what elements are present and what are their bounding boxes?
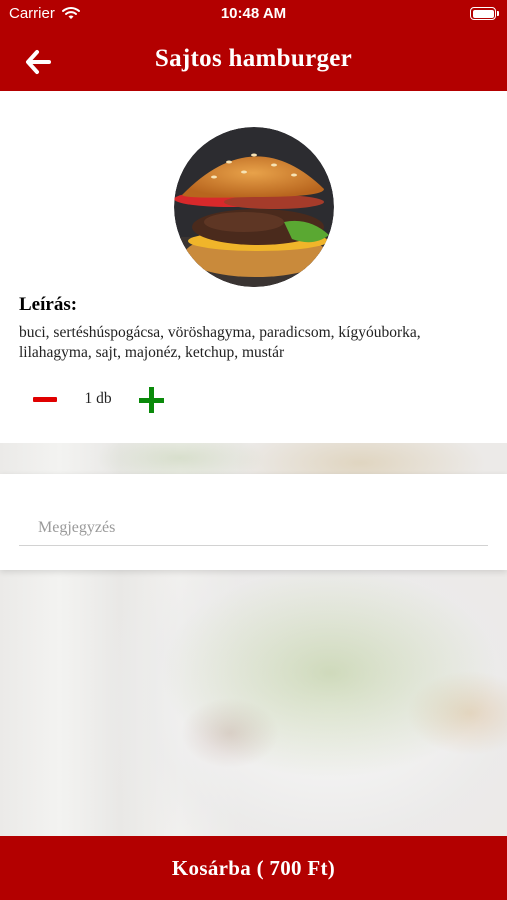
status-bar: Carrier 10:48 AM (0, 0, 507, 28)
add-to-cart-button[interactable]: Kosárba ( 700 Ft) (0, 836, 507, 900)
battery-icon (470, 7, 499, 20)
quantity-value: 1 db (84, 390, 112, 407)
decrease-quantity-button[interactable] (32, 387, 58, 413)
note-input[interactable] (19, 510, 488, 546)
increase-quantity-button[interactable] (139, 387, 165, 413)
clock: 10:48 AM (220, 5, 287, 22)
page-title: Sajtos hamburger (154, 45, 353, 72)
description-title: Leírás: (19, 294, 78, 315)
header-bar: Carrier 10:48 AM Sajtos hamburger (0, 0, 507, 91)
hamburger-photo (174, 127, 334, 287)
description-text: buci, sertéshúspogácsa, vöröshagyma, par… (19, 324, 421, 361)
product-card: Leírás: buci, sertéshúspogácsa, vöröshag… (0, 91, 507, 443)
note-card (0, 474, 507, 570)
add-to-cart-label: Kosárba ( 700 Ft) (171, 855, 336, 880)
